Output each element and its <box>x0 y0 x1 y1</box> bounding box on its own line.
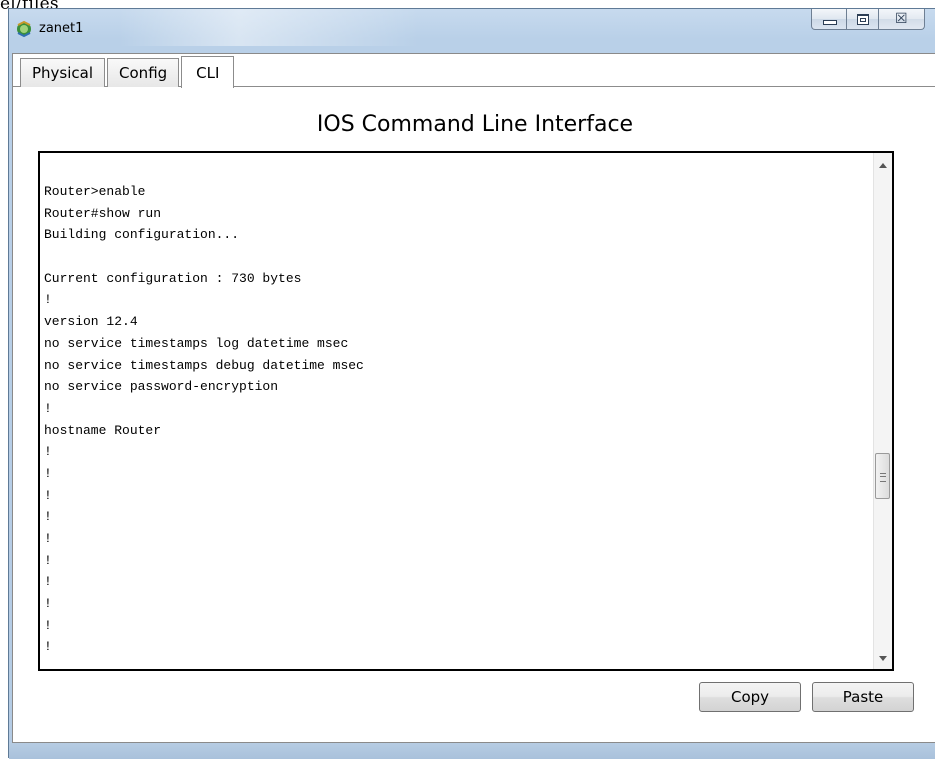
console-line: Router>enable <box>44 184 146 199</box>
device-dialog-content: Physical Config CLI IOS Command Line Int… <box>12 53 935 743</box>
caption-buttons: ☒ <box>811 9 925 31</box>
maximize-button[interactable] <box>847 9 879 30</box>
packet-tracer-router-icon <box>17 20 31 38</box>
paste-button[interactable]: Paste <box>812 682 914 712</box>
scroll-down-arrow-icon[interactable] <box>879 656 887 661</box>
title-bar[interactable]: zanet1 ☒ <box>9 9 935 46</box>
console-line: version 12.4 <box>44 314 138 330</box>
console-line: ! <box>44 531 52 546</box>
console-line: ! <box>44 574 52 590</box>
close-icon: ☒ <box>895 11 908 27</box>
console-line: Current configuration : 730 bytes <box>44 270 302 286</box>
console-line: ! <box>44 509 52 525</box>
console-line: ! <box>44 465 52 481</box>
maximize-icon <box>857 14 869 25</box>
tab-cli[interactable]: CLI <box>181 56 235 88</box>
scroll-up-arrow-icon[interactable] <box>879 163 887 168</box>
console-line: ! <box>44 400 52 416</box>
application-window: zanet1 ☒ Physical Config CLI IOS Command… <box>8 8 935 759</box>
copy-button[interactable]: Copy <box>699 682 801 712</box>
console-line: ! <box>44 552 52 568</box>
tab-strip: Physical Config CLI <box>20 53 236 88</box>
console-line: ! <box>44 639 52 655</box>
cli-console[interactable]: Router>enable Router#show run Building con… <box>38 151 894 671</box>
window-bottom-frame <box>9 743 935 759</box>
scrollbar-thumb[interactable] <box>875 452 890 499</box>
console-line: hostname Router <box>44 422 162 438</box>
close-button[interactable]: ☒ <box>879 9 925 30</box>
console-line: Router#show run <box>44 205 162 221</box>
console-line: ! <box>44 292 52 308</box>
minimize-icon <box>823 20 837 25</box>
grip-icon <box>880 472 886 482</box>
console-output[interactable]: Router>enable Router#show run Building con… <box>44 181 874 658</box>
console-scrollbar[interactable] <box>873 153 892 669</box>
console-line: no service password-encryption <box>44 379 279 395</box>
minimize-button[interactable] <box>811 9 847 30</box>
console-line: Building configuration... <box>44 227 240 243</box>
console-line: ! <box>44 617 52 633</box>
tab-config[interactable]: Config <box>107 58 180 87</box>
tab-physical[interactable]: Physical <box>20 58 106 87</box>
console-line: ! <box>44 596 52 612</box>
console-line: ! <box>44 487 52 503</box>
console-line: no service timestamps debug datetime mse… <box>44 357 364 373</box>
panel-title: IOS Command Line Interface <box>316 112 634 137</box>
window-title: zanet1 <box>39 21 84 36</box>
console-line: no service timestamps log datetime msec <box>44 335 349 351</box>
console-line: ! <box>44 444 52 460</box>
